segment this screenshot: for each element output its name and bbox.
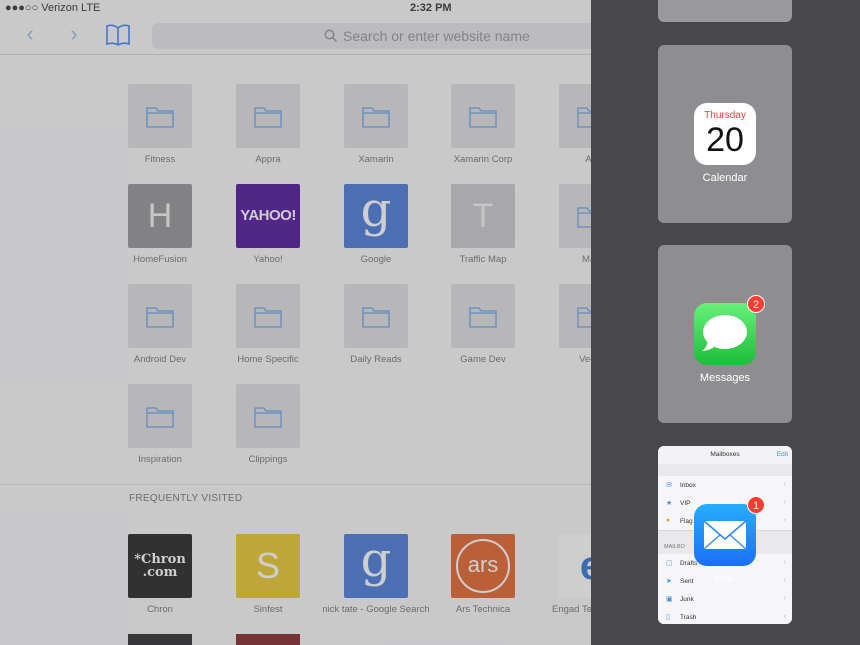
mailbox-row-label: Trash — [680, 614, 697, 621]
messages-icon[interactable] — [694, 303, 756, 365]
mailbox-icon: ▯ — [666, 614, 670, 621]
calendar-card[interactable]: Thursday 20 Calendar — [658, 45, 792, 223]
chevron-right-icon: › — [783, 517, 786, 524]
mail-label: Mail — [714, 573, 736, 585]
mailboxes-title: Mailboxes — [710, 451, 740, 458]
calendar-label: Calendar — [702, 172, 748, 184]
mailboxes-edit-link[interactable]: Edit — [777, 451, 788, 458]
app-switcher: Thursday 20 Calendar 2 Messages Mailboxe… — [591, 0, 860, 645]
mailbox-row-label: VIP — [680, 500, 691, 507]
mailbox-icon: ▣ — [666, 596, 673, 603]
messages-label: Messages — [699, 372, 751, 384]
chevron-right-icon: › — [783, 595, 786, 602]
calendar-date: 20 — [706, 121, 744, 159]
mailbox-row[interactable]: ▣ Junk › — [658, 590, 792, 609]
mail-card[interactable]: Mailboxes Edit ✉ Inbox › ★ VIP › ● Flag › ▢ Drafts… — [658, 446, 792, 624]
dim-overlay — [0, 0, 591, 645]
chevron-right-icon: › — [783, 499, 786, 506]
mailboxes-header: Mailboxes Edit — [658, 446, 792, 464]
messages-badge: 2 — [747, 295, 765, 313]
mailbox-row-label: Junk — [680, 596, 694, 603]
mailbox-row[interactable]: ✉ Inbox › — [658, 476, 792, 495]
chevron-right-icon: › — [783, 559, 786, 566]
mailbox-icon: ★ — [666, 500, 673, 507]
envelope-icon — [703, 520, 747, 550]
mailbox-row[interactable]: ▯ Trash › — [658, 608, 792, 624]
mailboxes-section-label: MAILBO — [664, 544, 685, 550]
mailbox-row-label: Flag — [680, 518, 693, 525]
chevron-right-icon: › — [783, 481, 786, 488]
mailbox-icon: ✉ — [666, 482, 672, 489]
previous-app-card[interactable] — [658, 0, 792, 22]
messages-card[interactable]: 2 Messages — [658, 245, 792, 423]
speech-bubble-icon — [702, 315, 747, 351]
safari-window: ●●●○○ Verizon LTE 2:32 PM ‹ › Search or … — [0, 0, 591, 645]
mail-icon[interactable] — [694, 504, 756, 566]
chevron-right-icon: › — [783, 613, 786, 620]
mail-badge: 1 — [747, 496, 765, 514]
mailbox-row-label: Inbox — [680, 482, 696, 489]
calendar-icon[interactable]: Thursday 20 — [694, 103, 756, 165]
mailbox-icon: ● — [666, 517, 671, 524]
mailbox-icon: ▢ — [666, 560, 673, 567]
